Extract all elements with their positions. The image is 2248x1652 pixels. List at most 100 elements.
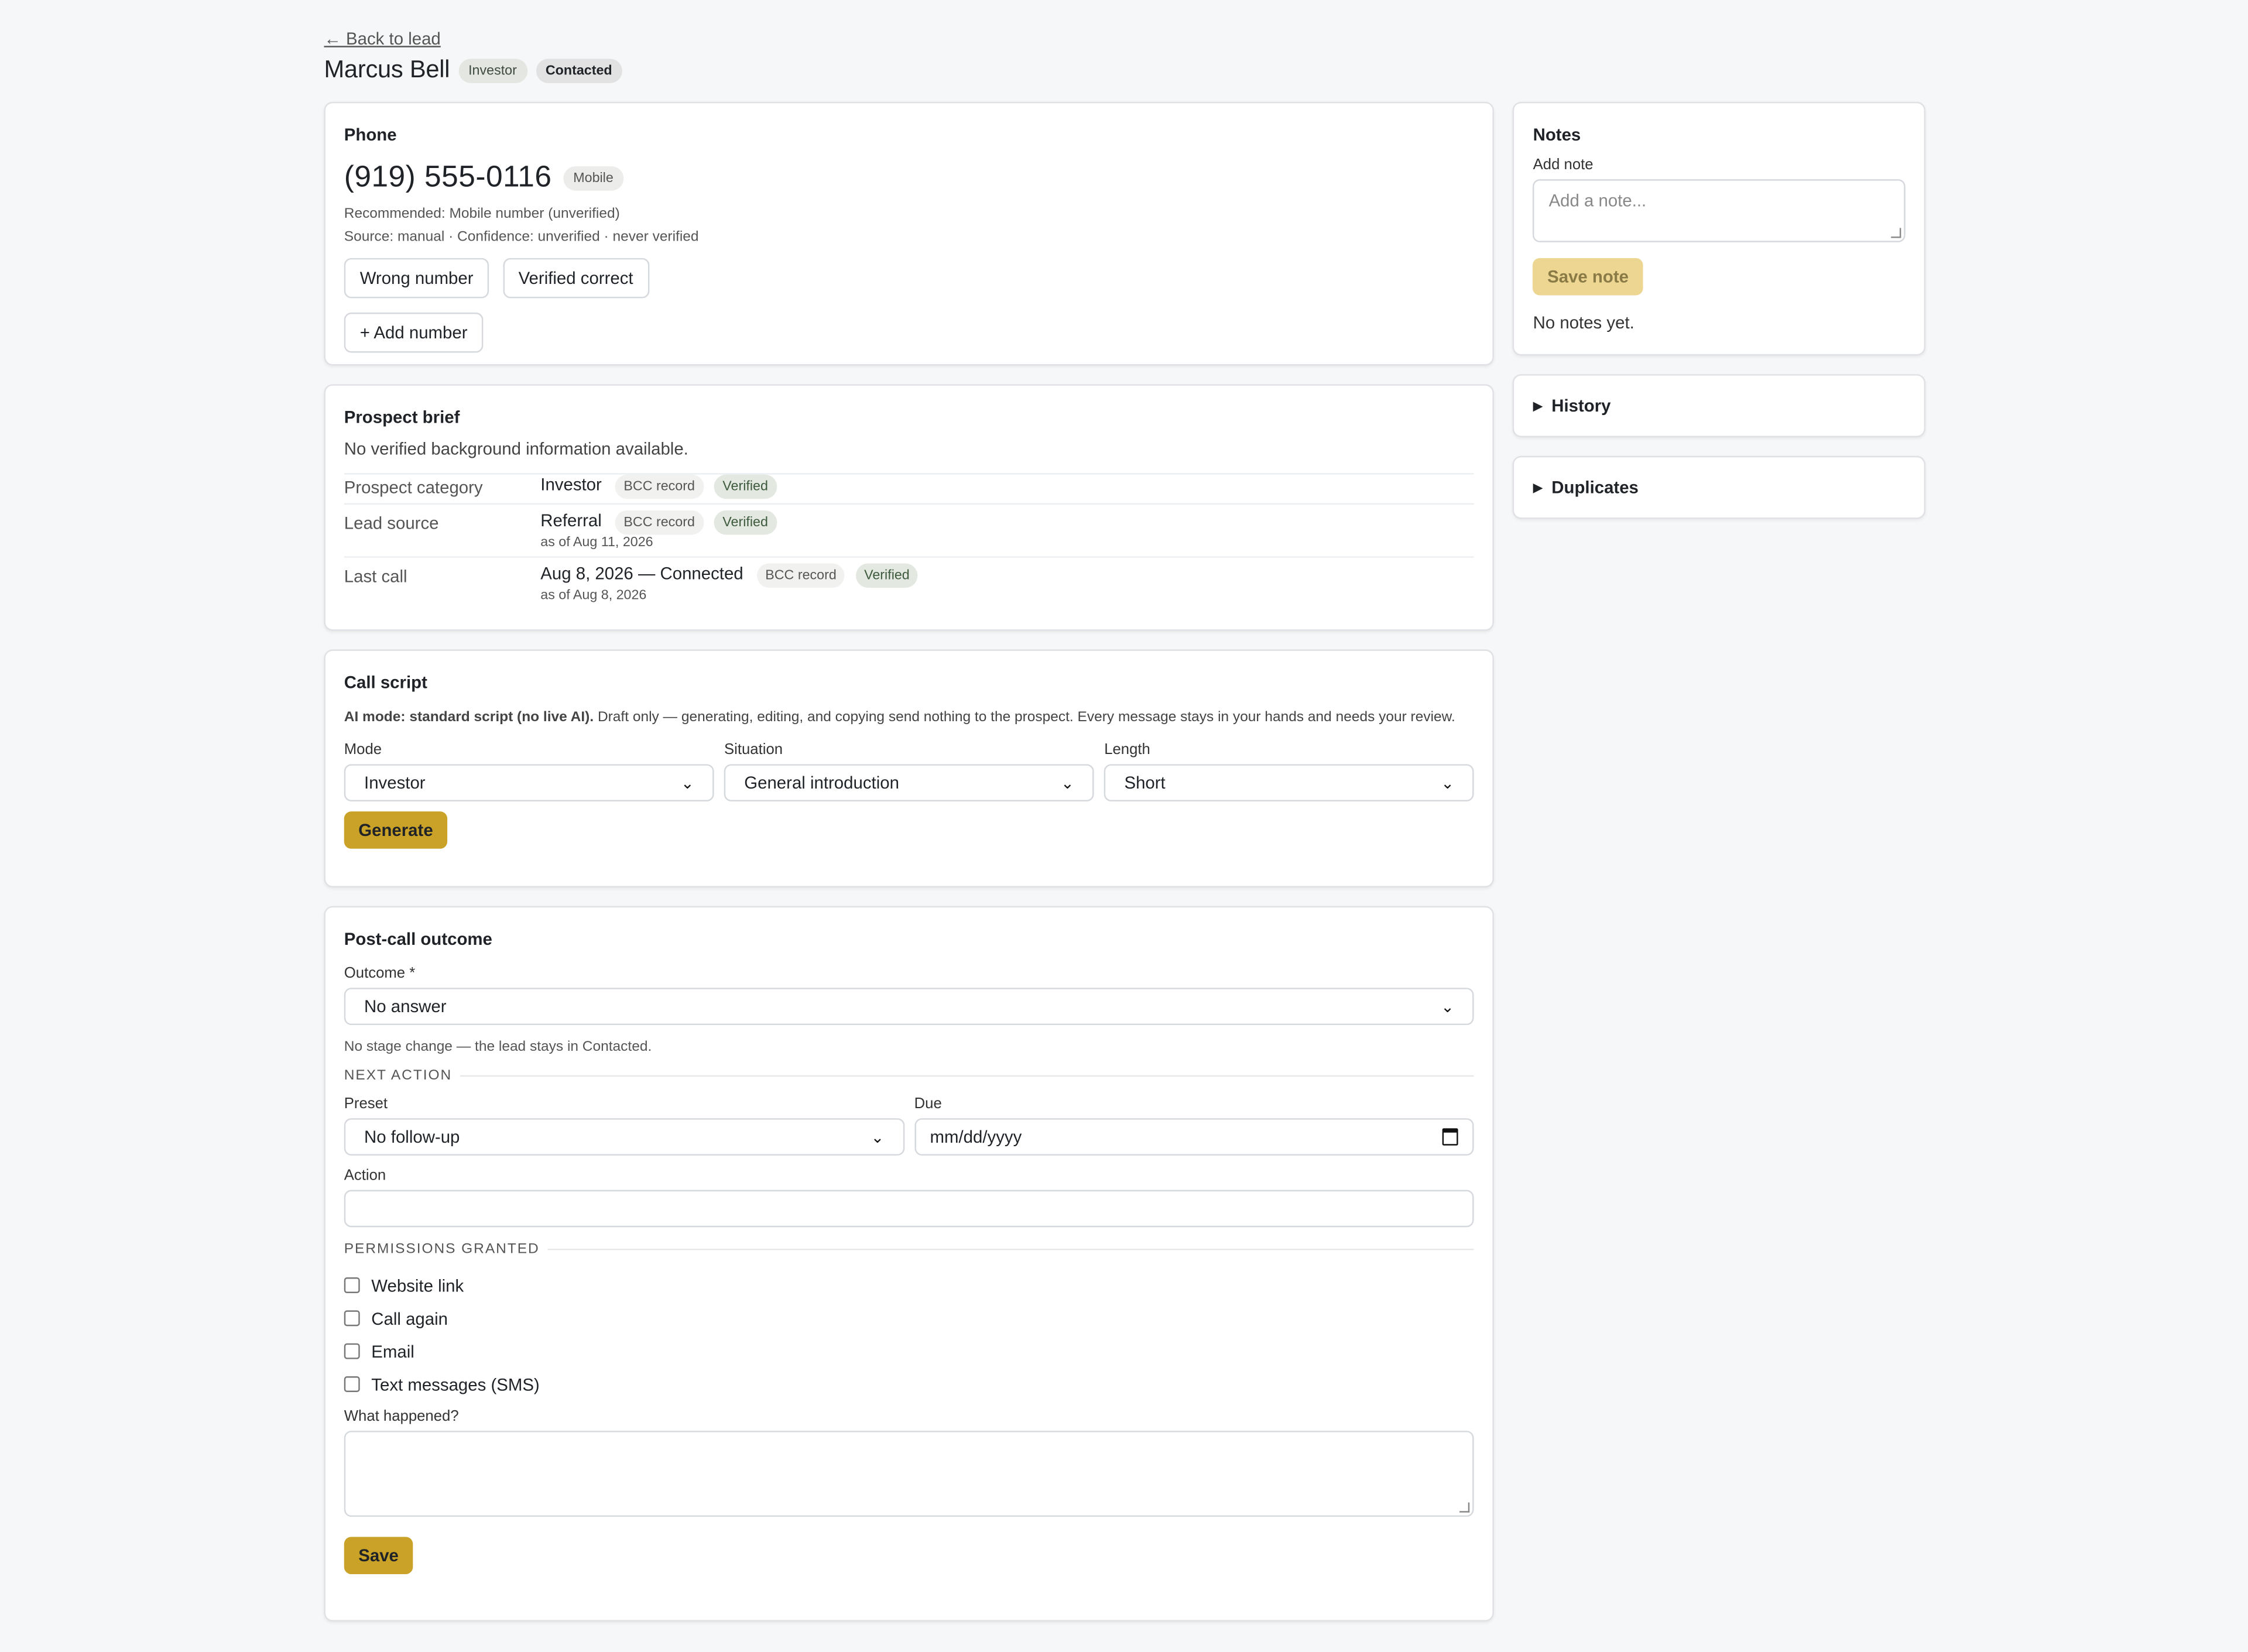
preset-value: No follow-up <box>364 1126 460 1147</box>
history-label: History <box>1551 395 1611 416</box>
permission-website-link[interactable]: Website link <box>344 1269 1474 1301</box>
calendar-icon[interactable] <box>1442 1128 1459 1146</box>
phone-card: Phone (919) 555-0116 Mobile Recommended:… <box>324 101 1495 366</box>
next-action-heading: NEXT ACTION <box>344 1068 1474 1084</box>
permissions-heading: PERMISSIONS GRANTED <box>344 1242 1474 1257</box>
verified-badge: Verified <box>855 563 919 588</box>
phone-type-badge: Mobile <box>563 165 623 190</box>
outcome-select[interactable]: No answer ⌄ <box>344 988 1475 1026</box>
outcome-label: Outcome * <box>344 965 416 982</box>
due-label: Due <box>914 1095 942 1113</box>
preset-select[interactable]: No follow-up ⌄ <box>344 1118 904 1156</box>
history-card[interactable]: ▶ History <box>1513 374 1926 437</box>
length-label: Length <box>1104 741 1150 759</box>
category-badge: Investor <box>458 58 527 83</box>
what-happened-textarea[interactable] <box>344 1431 1475 1517</box>
checkbox[interactable] <box>344 1376 360 1392</box>
ai-disclaimer: AI mode: standard script (no live AI). D… <box>344 708 1474 727</box>
as-of-date: as of Aug 8, 2026 <box>540 588 647 604</box>
main-column: Phone (919) 555-0116 Mobile Recommended:… <box>324 101 1495 1640</box>
notes-title: Notes <box>1533 125 1581 145</box>
outcome-value: No answer <box>364 996 447 1017</box>
chevron-down-icon: ⌄ <box>1061 774 1074 793</box>
brief-label: Last call <box>344 566 407 587</box>
add-note-label: Add note <box>1533 156 1594 174</box>
chevron-down-icon: ⌄ <box>1441 774 1454 793</box>
call-script-card: Call script AI mode: standard script (no… <box>324 649 1495 887</box>
verified-correct-button[interactable]: Verified correct <box>502 258 649 299</box>
what-happened-label: What happened? <box>344 1407 459 1425</box>
stage-badge: Contacted <box>535 58 622 83</box>
mode-value: Investor <box>364 773 426 793</box>
permission-label: Website link <box>371 1275 464 1295</box>
brief-value: Referral <box>540 510 602 531</box>
outcome-card-title: Post-call outcome <box>344 928 492 950</box>
situation-value: General introduction <box>744 773 899 793</box>
note-placeholder: Add a note... <box>1548 190 1647 211</box>
side-column: Notes Add note Add a note... Save note N… <box>1513 101 1926 537</box>
resize-handle[interactable] <box>1891 228 1901 238</box>
as-of-date: as of Aug 11, 2026 <box>540 534 653 551</box>
phone-recommendation: Recommended: Mobile number (unverified) <box>344 206 620 222</box>
back-to-lead-link[interactable]: ← Back to lead <box>324 28 440 50</box>
stage-note: No stage change — the lead stays in Cont… <box>344 1039 652 1055</box>
brief-label: Prospect category <box>344 477 483 498</box>
permission-email[interactable]: Email <box>344 1335 1474 1367</box>
brief-row-category: Prospect category Investor BCC record Ve… <box>344 473 1475 503</box>
phone-card-title: Phone <box>344 125 397 145</box>
brief-value: Aug 8, 2026 — Connected <box>540 563 743 584</box>
prospect-brief-card: Prospect brief No verified background in… <box>324 384 1495 631</box>
checkbox[interactable] <box>344 1277 360 1293</box>
mode-select[interactable]: Investor ⌄ <box>344 764 714 801</box>
checkbox[interactable] <box>344 1343 360 1359</box>
source-badge: BCC record <box>615 510 704 535</box>
call-script-title: Call script <box>344 672 427 693</box>
caret-right-icon: ▶ <box>1533 479 1543 494</box>
brief-row-last-call: Last call Aug 8, 2026 — Connected BCC re… <box>344 556 1475 609</box>
situation-label: Situation <box>724 741 783 759</box>
ai-mode-label: AI mode: standard script (no live AI). <box>344 710 594 726</box>
page-header: Marcus Bell Investor Contacted <box>324 53 1925 88</box>
situation-select[interactable]: General introduction ⌄ <box>724 764 1095 801</box>
length-select[interactable]: Short ⌄ <box>1104 764 1475 801</box>
permission-label: Email <box>371 1341 414 1362</box>
duplicates-card[interactable]: ▶ Duplicates <box>1513 455 1926 519</box>
chevron-down-icon: ⌄ <box>1441 998 1454 1016</box>
save-note-button[interactable]: Save note <box>1533 258 1643 296</box>
permission-sms[interactable]: Text messages (SMS) <box>344 1367 1474 1400</box>
action-input[interactable] <box>344 1190 1475 1228</box>
source-badge: BCC record <box>756 563 845 588</box>
chevron-down-icon: ⌄ <box>680 774 694 793</box>
checkbox[interactable] <box>344 1310 360 1327</box>
resize-handle[interactable] <box>1459 1502 1470 1513</box>
verified-badge: Verified <box>714 510 777 535</box>
duplicates-label: Duplicates <box>1551 477 1639 498</box>
notes-card: Notes Add note Add a note... Save note N… <box>1513 101 1926 356</box>
add-number-button[interactable]: + Add number <box>344 312 484 353</box>
action-label: Action <box>344 1167 386 1184</box>
chevron-down-icon: ⌄ <box>871 1129 885 1146</box>
permission-label: Text messages (SMS) <box>371 1374 540 1394</box>
page-title: Marcus Bell <box>324 56 450 84</box>
prospect-brief-title: Prospect brief <box>344 407 460 427</box>
disclaimer-text: Draft only — generating, editing, and co… <box>594 710 1455 726</box>
save-outcome-button[interactable]: Save <box>344 1537 413 1575</box>
history-toggle[interactable]: ▶ History <box>1533 396 1906 416</box>
notes-empty: No notes yet. <box>1533 312 1634 333</box>
brief-label: Lead source <box>344 513 439 534</box>
phone-number: (919) 555-0116 <box>344 160 552 194</box>
note-textarea[interactable]: Add a note... <box>1533 179 1906 242</box>
due-date-input[interactable]: mm/dd/yyyy <box>914 1118 1475 1156</box>
due-placeholder: mm/dd/yyyy <box>930 1126 1022 1147</box>
verified-badge: Verified <box>714 474 777 499</box>
post-call-outcome-card: Post-call outcome Outcome * No answer ⌄ … <box>324 906 1495 1622</box>
brief-row-lead-source: Lead source Referral BCC record Verified… <box>344 503 1475 557</box>
generate-button[interactable]: Generate <box>344 811 448 849</box>
permission-call-again[interactable]: Call again <box>344 1302 1474 1335</box>
duplicates-toggle[interactable]: ▶ Duplicates <box>1533 478 1906 498</box>
length-value: Short <box>1124 773 1166 793</box>
wrong-number-button[interactable]: Wrong number <box>344 258 489 299</box>
brief-value: Investor <box>540 474 602 495</box>
brief-note: No verified background information avail… <box>344 438 688 459</box>
preset-label: Preset <box>344 1095 388 1113</box>
